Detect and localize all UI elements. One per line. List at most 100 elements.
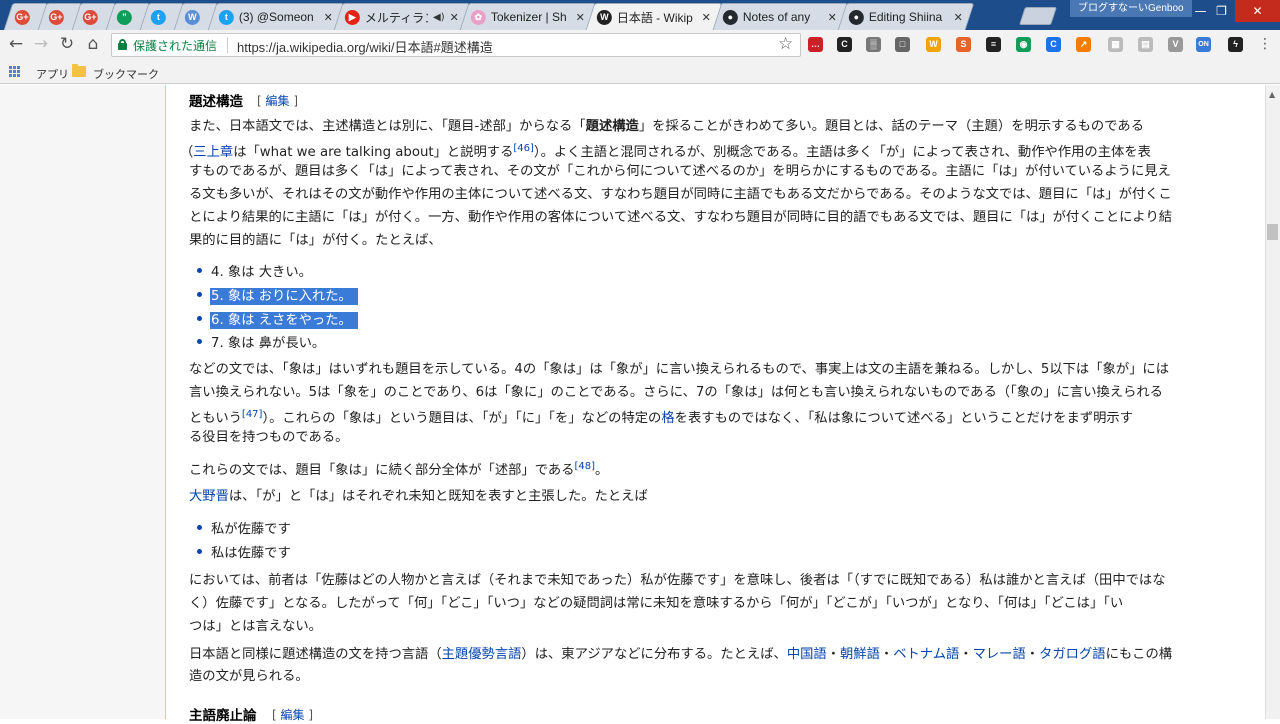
extension-c-icon[interactable]: C (837, 37, 852, 52)
reload-icon[interactable]: ↻ (56, 33, 78, 55)
link-vietnamese[interactable]: ベトナム語 (893, 647, 959, 662)
bullet-icon (197, 525, 202, 530)
browser-tab[interactable]: ▶ メルティランド ◀) ✕ (333, 3, 471, 30)
paragraph-line: などの文では、「象は」はいずれも題目を示している。4の「象は」は「象が」に言い換… (189, 362, 1170, 377)
link-korean[interactable]: 朝鮮語 (840, 647, 880, 662)
selected-text: 5. 象は おりに入れた。 (210, 288, 358, 305)
reference-48[interactable]: [48] (574, 461, 595, 472)
reference-46[interactable]: [46] (513, 143, 534, 154)
close-tab-icon[interactable]: ✕ (324, 11, 333, 24)
paragraph-line: また、日本語文では、主述構造とは別に、「題目-述部」からなる「題述構造」を採るこ… (189, 118, 1144, 136)
paragraph-line: 言い換えられない。5は「象を」のことであり、6は「象に」のことである。さらに、7… (189, 385, 1163, 400)
paragraph-line: 果的に目的語に「は」が付く。たとえば、 (189, 233, 442, 248)
tab-content: ✿ Tokenizer | Sh ✕ (465, 4, 591, 30)
tab-title: 日本語 - Wikip (616, 10, 693, 25)
lastpass-icon[interactable]: … (808, 37, 823, 52)
paragraph-line: とにより結果的に主語に「は」が付く。一方、動作や作用の客体について述べる文、すな… (189, 210, 1173, 225)
browser-tab[interactable]: W 日本語 - Wikip ✕ (585, 3, 723, 30)
secure-connection-label[interactable]: 保護された通信 (133, 37, 217, 54)
text: ・ (879, 647, 894, 662)
extension-eye-icon[interactable]: ◉ (1016, 37, 1031, 52)
back-arrow-icon[interactable]: ← (5, 33, 27, 55)
apps-bookmark[interactable]: アプリ (36, 66, 69, 82)
browser-tab[interactable]: ● Notes of any ✕ (711, 3, 849, 30)
link-case[interactable]: 格 (661, 411, 674, 426)
browser-tab[interactable]: ✿ Tokenizer | Sh ✕ (459, 3, 597, 30)
scrollbar-thumb[interactable] (1267, 224, 1278, 240)
text: にもこの構 (1105, 647, 1173, 662)
close-tab-icon[interactable]: ✕ (828, 11, 837, 24)
cast-icon[interactable]: □ (895, 37, 910, 52)
extension-v-icon[interactable]: V (1168, 37, 1183, 52)
extension-on-icon[interactable]: ON (1196, 37, 1211, 52)
apps-grid-icon[interactable] (9, 66, 21, 78)
github-icon: ● (848, 9, 864, 25)
reference-47[interactable]: [47] (242, 409, 263, 420)
restore-icon[interactable]: ❐ (1206, 0, 1237, 22)
list-item-text: 私は佐藤です (211, 546, 291, 561)
buffer-icon[interactable]: ≡ (986, 37, 1001, 52)
text: ）。これらの「象は」という題目は、「が」「に」「を」などの特定の (262, 411, 662, 426)
link-ono-susumu[interactable]: 大野晋 (189, 489, 229, 504)
extension-bolt-icon[interactable]: ϟ (1228, 37, 1243, 52)
tab-content: ▶ メルティランド ◀) ✕ (339, 4, 465, 30)
list-item: 私が佐藤です (211, 518, 291, 537)
list-item: 7. 象は 鼻が長い。 (211, 332, 325, 351)
close-window-icon[interactable]: ✕ (1235, 0, 1280, 22)
wikipedia-icon: W (596, 9, 612, 25)
link-malay[interactable]: マレー語 (973, 647, 1026, 662)
audio-playing-icon[interactable]: ◀) (433, 12, 445, 23)
close-tab-icon[interactable]: ✕ (450, 11, 459, 24)
vertical-scrollbar[interactable] (1265, 85, 1280, 719)
link-chinese[interactable]: 中国語 (787, 647, 827, 662)
link-tagalog[interactable]: タガログ語 (1039, 647, 1105, 662)
forward-arrow-icon[interactable]: → (30, 33, 52, 55)
bullet-icon (197, 316, 202, 321)
google-plus-icon: G+ (14, 9, 30, 25)
edit-link[interactable]: 編集 (281, 708, 305, 722)
text: ・ (826, 647, 841, 662)
section-heading: 題述構造 (189, 94, 243, 110)
link-topic-prominent-language[interactable]: 主題優勢言語 (442, 647, 522, 662)
text: ）は、東アジアなどに分布する。たとえば、 (521, 647, 787, 662)
section-edit-link[interactable]: [ 編集 ] (257, 92, 298, 109)
browser-tab[interactable]: ● Editing Shiina ✕ (837, 3, 975, 30)
next-section-heading: 主語廃止論 (189, 708, 257, 724)
extension-chart-icon[interactable]: ↗ (1076, 37, 1091, 52)
extension-s-icon[interactable]: S (956, 37, 971, 52)
close-tab-icon[interactable]: ✕ (576, 11, 585, 24)
paragraph-line: 大野晋は、「が」と「は」はそれぞれ未知と既知を表すと主張した。たとえば (189, 488, 648, 506)
text: 日本語と同様に題述構造の文を持つ言語（ (189, 647, 442, 662)
hangouts-icon: ” (116, 9, 132, 25)
list-item: 6. 象は えさをやった。 (210, 309, 358, 329)
close-tab-icon[interactable]: ✕ (702, 11, 711, 24)
extension-gray2-icon[interactable]: ▤ (1138, 37, 1153, 52)
link-mikami[interactable]: 三上章 (193, 145, 233, 160)
next-section-edit-link[interactable]: [ 編集 ] (272, 706, 313, 723)
twitter-icon: t (150, 9, 166, 25)
scroll-up-arrow-icon[interactable]: ▲ (1269, 90, 1275, 99)
extension-gray-icon[interactable]: ▦ (1108, 37, 1123, 52)
text: を表すものではなく、「私は象について述べる」ということだけをまず明示す (674, 411, 1133, 426)
extension-c2-icon[interactable]: C (1046, 37, 1061, 52)
tab-content: t (3) @Someon ✕ (213, 4, 339, 30)
edit-link[interactable]: 編集 (266, 94, 290, 108)
bold-term: 題述構造 (585, 119, 639, 134)
text: ともいう (189, 411, 242, 426)
close-tab-icon[interactable]: ✕ (954, 11, 963, 24)
bookmarks-folder[interactable]: ブックマーク (93, 66, 159, 82)
browser-tab[interactable]: t (3) @Someon ✕ (207, 3, 345, 30)
text: は、「が」と「は」はそれぞれ未知と既知を表すと主張した。たとえば (228, 489, 648, 504)
profile-button[interactable]: ブログすなーいGenboo (1070, 0, 1192, 17)
paragraph-line: る文も多いが、それはその文が動作や作用の主体について述べる文、すなわち題目が同時… (189, 187, 1172, 202)
paragraph-line: る役目を持つものである。 (189, 430, 349, 445)
extension-w-icon[interactable]: W (926, 37, 941, 52)
url-text[interactable]: https://ja.wikipedia.org/wiki/日本語#題述構造 (237, 37, 493, 56)
tab-title: メルティランド (364, 10, 429, 25)
chrome-menu-icon[interactable]: ⋮ (1258, 36, 1272, 52)
qr-icon[interactable]: ▒ (866, 37, 881, 52)
new-tab-button[interactable] (1019, 7, 1057, 25)
bookmark-star-icon[interactable]: ☆ (778, 34, 793, 54)
home-icon[interactable]: ⌂ (82, 33, 104, 55)
paragraph-line: においては、前者は「佐藤はどの人物かと言えば（それまで未知であった）私が佐藤です… (189, 573, 1166, 588)
